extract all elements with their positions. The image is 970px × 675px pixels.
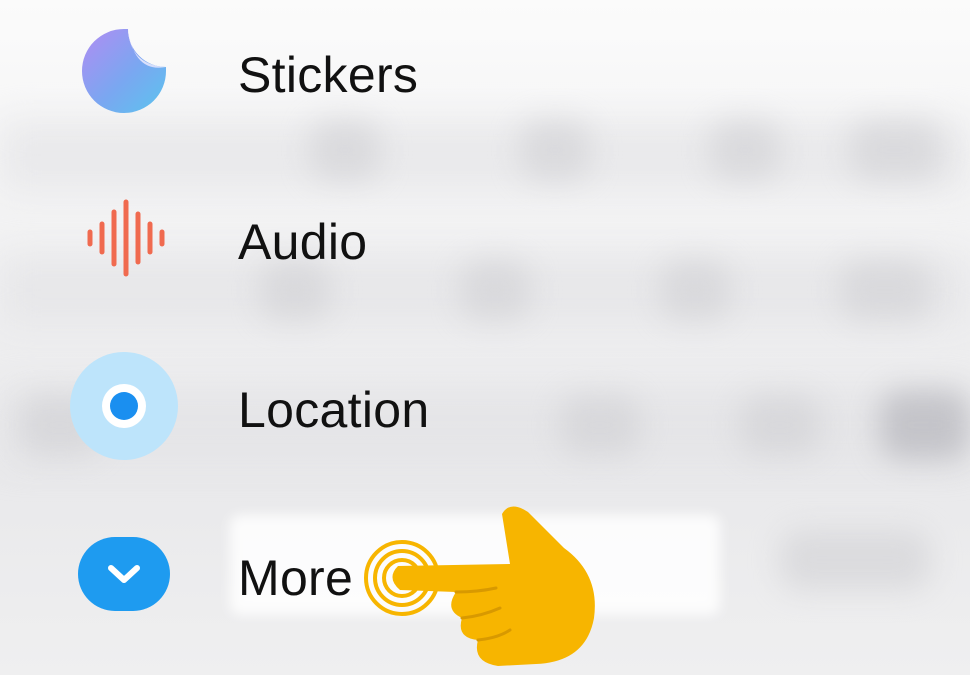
tap-hand-icon: [360, 500, 610, 670]
chevron-down-icon: [68, 518, 180, 630]
location-dot-icon: [68, 350, 180, 462]
menu-item-stickers[interactable]: Stickers: [0, 15, 700, 135]
menu-item-label: Stickers: [238, 47, 419, 103]
menu-item-label: Location: [238, 382, 430, 438]
audio-waveform-icon: [68, 182, 180, 294]
menu-item-audio[interactable]: Audio: [0, 182, 700, 302]
menu-item-label: More: [238, 550, 354, 606]
menu-item-location[interactable]: Location: [0, 350, 700, 470]
sticker-icon: [68, 15, 180, 127]
menu-item-label: Audio: [238, 214, 368, 270]
